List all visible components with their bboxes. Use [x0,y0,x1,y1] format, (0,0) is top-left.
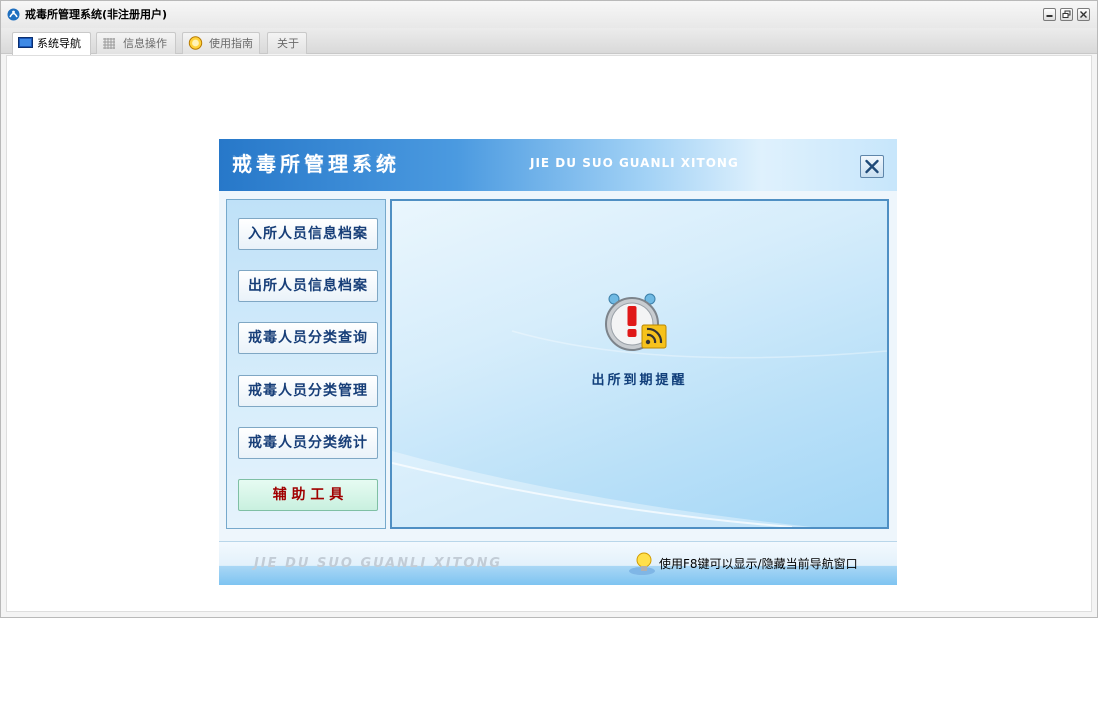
menu-button-admission-records[interactable]: 入所人员信息档案 [238,218,378,250]
tab-strip: 系统导航 信息操作 使用指南 关于 [1,28,1097,55]
menu-column: 入所人员信息档案 出所人员信息档案 戒毒人员分类查询 戒毒人员分类管理 戒毒人员… [226,199,386,529]
menu-button-classified-management[interactable]: 戒毒人员分类管理 [238,375,378,407]
monitor-icon [18,37,33,48]
lightbulb-icon [629,552,655,575]
panel-footer: JIE DU SUO GUANLI XITONG 使用F8键可以显示/隐藏当前导… [219,541,897,585]
release-reminder-button[interactable] [604,293,670,361]
restore-button[interactable] [1060,8,1073,21]
guide-icon [188,36,203,50]
menu-button-classified-query[interactable]: 戒毒人员分类查询 [238,322,378,354]
tab-system-navigation[interactable]: 系统导航 [12,32,91,55]
tab-about[interactable]: 关于 [267,32,307,54]
tab-label: 信息操作 [123,37,167,50]
panel-close-button[interactable] [860,155,884,178]
minimize-button[interactable] [1043,8,1056,21]
minimize-icon [1046,15,1053,17]
menu-button-release-records[interactable]: 出所人员信息档案 [238,270,378,302]
menu-button-auxiliary-tools[interactable]: 辅 助 工 具 [238,479,378,511]
panel-header: 戒毒所管理系统 戒毒所管理系统 JIE DU SUO GUANLI XITONG [219,139,897,191]
release-reminder-label[interactable]: 出所到期提醒 [392,369,887,388]
restore-icon [1062,10,1071,18]
close-window-icon [1080,11,1087,18]
footer-hint: 使用F8键可以显示/隐藏当前导航窗口 [659,557,858,571]
navigation-panel: 戒毒所管理系统 戒毒所管理系统 JIE DU SUO GUANLI XITONG… [219,139,897,585]
content-area: 出所到期提醒 [390,199,889,529]
app-logo-icon [7,8,20,21]
close-window-button[interactable] [1077,8,1090,21]
tab-info-operations[interactable]: 信息操作 [96,32,176,54]
close-icon [865,159,879,174]
panel-pinyin-title: JIE DU SUO GUANLI XITONG [530,156,739,170]
title-bar: 戒毒所管理系统(非注册用户) [1,1,1097,28]
window-title: 戒毒所管理系统(非注册用户) [25,8,168,21]
tab-label: 关于 [277,37,299,50]
menu-button-classified-statistics[interactable]: 戒毒人员分类统计 [238,427,378,459]
tab-label: 系统导航 [37,37,81,50]
grid-icon [103,38,115,49]
background-swoosh [392,330,887,527]
panel-title-reflection: 戒毒所管理系统 [232,153,400,167]
footer-pinyin: JIE DU SUO GUANLI XITONG [254,556,503,571]
alarm-clock-rss-icon [605,293,667,351]
tab-label: 使用指南 [209,37,253,50]
tab-user-guide[interactable]: 使用指南 [182,32,260,54]
